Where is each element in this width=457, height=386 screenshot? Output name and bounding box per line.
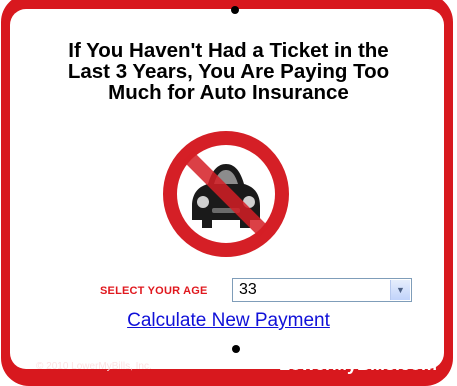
sign-bolt-top	[231, 6, 239, 14]
headline-line-3: Much for Auto Insurance	[108, 81, 349, 104]
copyright-text: © 2010 LowerMyBills, Inc.	[36, 361, 152, 372]
no-car-icon	[163, 131, 289, 257]
age-label: SELECT YOUR AGE	[100, 285, 208, 297]
brand-logo-text[interactable]: LowerMyBills.com	[279, 354, 437, 375]
age-selected-value: 33	[239, 281, 257, 298]
headline-line-1: If You Haven't Had a Ticket in the	[68, 39, 389, 62]
chevron-down-icon[interactable]: ▼	[390, 280, 410, 300]
calculate-new-payment-link[interactable]: Calculate New Payment	[0, 310, 457, 332]
age-select[interactable]: 33 ▼	[232, 278, 412, 302]
ad-headline: If You Haven't Had a Ticket in the Last …	[0, 40, 457, 103]
headline-line-2: Last 3 Years, You Are Paying Too	[67, 60, 390, 83]
sign-bolt-bottom	[232, 345, 240, 353]
